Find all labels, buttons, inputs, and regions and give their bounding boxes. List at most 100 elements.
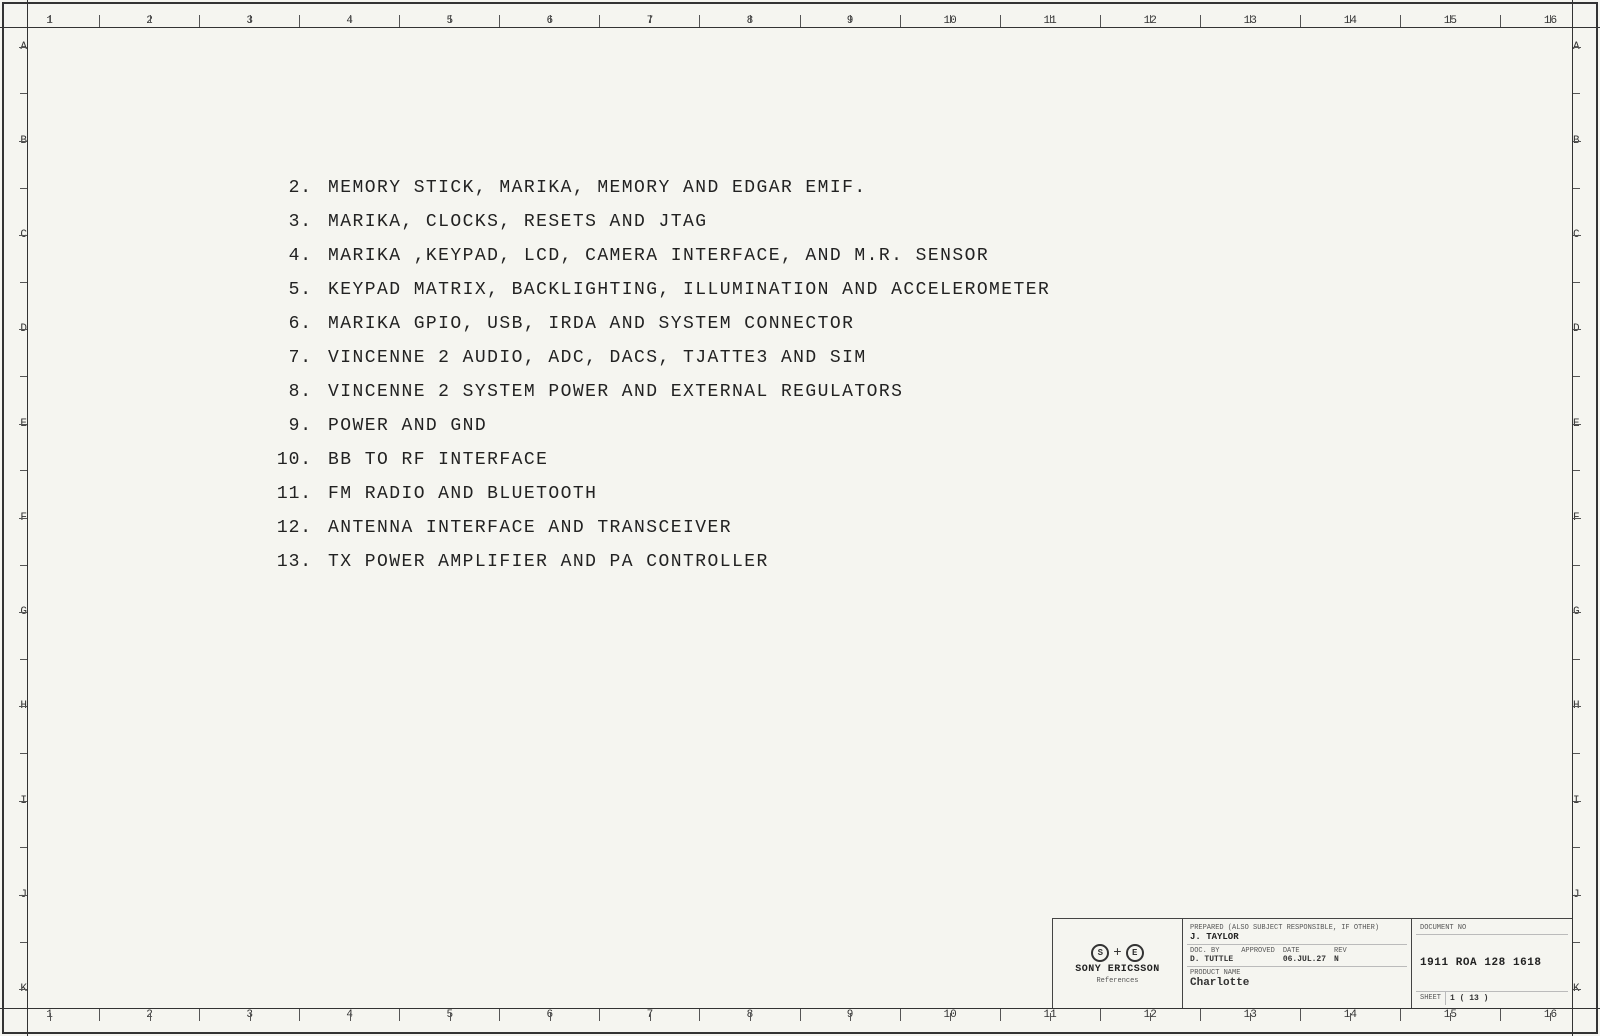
grid-col-bottom-6: 6 (499, 1009, 599, 1021)
list-item-11: 13.TX POWER AMPLIFIER AND PA CONTROLLER (268, 552, 1522, 572)
date-group: DATE 06.JUL.27 (1283, 947, 1326, 964)
grid-col-bottom-3: 3 (199, 1009, 299, 1021)
list-num-9: 11. (268, 484, 328, 504)
grid-row-left-G: G (20, 565, 27, 659)
list-item-2: 4.MARIKA ,KEYPAD, LCD, CAMERA INTERFACE,… (268, 246, 1522, 266)
grid-row-right-D: D (1573, 282, 1580, 376)
grid-row-left-J: J (20, 847, 27, 941)
rev-group: REV N (1334, 947, 1347, 964)
list-text-0: MEMORY STICK, MARIKA, MEMORY AND EDGAR E… (328, 178, 867, 198)
list-item-0: 2.MEMORY STICK, MARIKA, MEMORY AND EDGAR… (268, 178, 1522, 198)
grid-col-top-6: 6 (499, 15, 599, 27)
grid-col-bottom-7: 7 (599, 1009, 699, 1021)
list-text-9: FM RADIO AND BLUETOOTH (328, 484, 597, 504)
content-area: 2.MEMORY STICK, MARIKA, MEMORY AND EDGAR… (28, 28, 1572, 1008)
grid-left: ABCDEFGHIJK (0, 0, 28, 1036)
prepared-by: J. TAYLOR (1190, 932, 1404, 942)
logo-row: S + E (1089, 942, 1145, 964)
title-block: S + E SONY ERICSSON References PREPARED … (1052, 918, 1572, 1008)
company-name: SONY ERICSSON (1075, 964, 1160, 975)
sheet-value: 1 ( 13 ) (1446, 992, 1492, 1005)
doc-approved-row: DOC. BY D. TUTTLE APPROVED DATE 06.JUL.2… (1187, 945, 1407, 967)
grid-col-bottom-5: 5 (399, 1009, 499, 1021)
approved-group: APPROVED (1241, 947, 1275, 964)
doc-by-group: DOC. BY D. TUTTLE (1190, 947, 1233, 964)
list-item-10: 12.ANTENNA INTERFACE AND TRANSCEIVER (268, 518, 1522, 538)
tb-logo-section: S + E SONY ERICSSON References (1053, 919, 1183, 1008)
grid-col-bottom-8: 8 (699, 1009, 799, 1021)
product-name-value: Charlotte (1190, 977, 1404, 989)
grid-col-top-8: 8 (699, 15, 799, 27)
grid-col-bottom-9: 9 (800, 1009, 900, 1021)
list-text-3: KEYPAD MATRIX, BACKLIGHTING, ILLUMINATIO… (328, 280, 1050, 300)
rev-value: N (1334, 955, 1347, 964)
grid-row-left-C: C (20, 188, 27, 282)
grid-row-left-K: K (20, 942, 27, 1036)
list-text-8: BB TO RF INTERFACE (328, 450, 548, 470)
grid-row-right-E: E (1573, 376, 1580, 470)
list-num-0: 2. (268, 178, 328, 198)
list-num-8: 10. (268, 450, 328, 470)
grid-row-right-I: I (1573, 753, 1580, 847)
date-label: DATE (1283, 947, 1326, 955)
list-text-2: MARIKA ,KEYPAD, LCD, CAMERA INTERFACE, A… (328, 246, 989, 266)
tb-middle-section: PREPARED (ALSO SUBJECT RESPONSIBLE, IF O… (1183, 919, 1412, 1008)
prepared-label: PREPARED (ALSO (1190, 924, 1249, 932)
grid-col-top-13: 13 (1200, 15, 1300, 27)
grid-col-top-11: 11 (1000, 15, 1100, 27)
doc-no-label: DOCUMENT NO (1416, 922, 1568, 935)
tb-right-section: DOCUMENT NO 1911 ROA 128 1618 SHEET 1 ( … (1412, 919, 1572, 1008)
grid-col-top-7: 7 (599, 15, 699, 27)
grid-row-right-K: K (1573, 942, 1580, 1036)
list-text-7: POWER AND GND (328, 416, 487, 436)
list-text-6: VINCENNE 2 SYSTEM POWER AND EXTERNAL REG… (328, 382, 903, 402)
product-name-row: PRODUCT NAME Charlotte (1187, 967, 1407, 991)
grid-col-bottom-13: 13 (1200, 1009, 1300, 1021)
grid-row-left-H: H (20, 659, 27, 753)
list-num-7: 9. (268, 416, 328, 436)
grid-row-right-H: H (1573, 659, 1580, 753)
grid-row-left-I: I (20, 753, 27, 847)
doc-num-area: DOCUMENT NO 1911 ROA 128 1618 SHEET 1 ( … (1416, 922, 1568, 1005)
grid-col-top-12: 12 (1100, 15, 1200, 27)
list-text-5: VINCENNE 2 AUDIO, ADC, DACS, TJATTE3 AND… (328, 348, 867, 368)
list-num-3: 5. (268, 280, 328, 300)
list-num-2: 4. (268, 246, 328, 266)
grid-col-top-9: 9 (800, 15, 900, 27)
sheet-row: SHEET 1 ( 13 ) (1416, 991, 1568, 1005)
grid-row-left-D: D (20, 282, 27, 376)
list-item-9: 11.FM RADIO AND BLUETOOTH (268, 484, 1522, 504)
grid-col-top-10: 10 (900, 15, 1000, 27)
sheet-list: 2.MEMORY STICK, MARIKA, MEMORY AND EDGAR… (268, 178, 1522, 586)
list-num-1: 3. (268, 212, 328, 232)
doc-by-value: D. TUTTLE (1190, 955, 1233, 964)
doc-by-label: DOC. BY (1190, 947, 1233, 955)
grid-col-bottom-14: 14 (1300, 1009, 1400, 1021)
grid-col-top-2: 2 (99, 15, 199, 27)
list-num-6: 8. (268, 382, 328, 402)
list-num-5: 7. (268, 348, 328, 368)
document-number: 1911 ROA 128 1618 (1416, 954, 1568, 972)
date-value: 06.JUL.27 (1283, 955, 1326, 964)
grid-col-top-3: 3 (199, 15, 299, 27)
prepared-row: PREPARED (ALSO SUBJECT RESPONSIBLE, IF O… (1187, 922, 1407, 945)
list-text-4: MARIKA GPIO, USB, IRDA AND SYSTEM CONNEC… (328, 314, 854, 334)
grid-col-top-14: 14 (1300, 15, 1400, 27)
grid-row-right-J: J (1573, 847, 1580, 941)
subject-responsible-label: SUBJECT RESPONSIBLE, IF OTHER) (1253, 924, 1379, 932)
grid-row-right-B: B (1573, 93, 1580, 187)
list-item-3: 5.KEYPAD MATRIX, BACKLIGHTING, ILLUMINAT… (268, 280, 1522, 300)
grid-row-right-F: F (1573, 470, 1580, 564)
rev-label: REV (1334, 947, 1347, 955)
approved-label: APPROVED (1241, 947, 1275, 955)
grid-row-left-B: B (20, 93, 27, 187)
grid-row-left-A: A (20, 0, 27, 93)
list-item-6: 8.VINCENNE 2 SYSTEM POWER AND EXTERNAL R… (268, 382, 1522, 402)
list-num-11: 13. (268, 552, 328, 572)
grid-col-bottom-12: 12 (1100, 1009, 1200, 1021)
grid-row-right-C: C (1573, 188, 1580, 282)
grid-row-right-G: G (1573, 565, 1580, 659)
product-name-label: PRODUCT NAME (1190, 969, 1404, 977)
grid-col-bottom-4: 4 (299, 1009, 399, 1021)
list-item-4: 6.MARIKA GPIO, USB, IRDA AND SYSTEM CONN… (268, 314, 1522, 334)
